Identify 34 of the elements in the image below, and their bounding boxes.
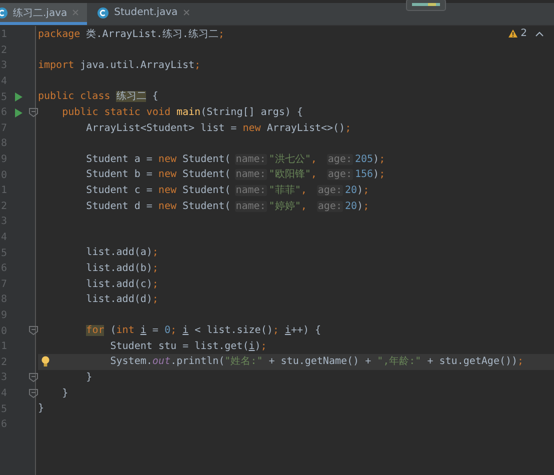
code-line: } [86, 371, 92, 386]
editor-tab[interactable]: Student.java [87, 3, 198, 25]
code-line: list.add(b); [86, 262, 158, 276]
code-line: Student a = new Student( name: "洪七公", age: 205); [86, 152, 386, 167]
code-line: System.out.println("姓名:" + stu.getName() + ",年龄:" + stu.getAge()); [110, 354, 524, 370]
run-icon[interactable] [14, 108, 23, 118]
code-line: import java.util.ArrayList; [38, 59, 201, 74]
fold-icon[interactable] [28, 326, 38, 336]
code-line: Student b = new Student( name: "欧阳锋", age: 156); [86, 168, 386, 182]
editor-tab[interactable]: 练习二.java [0, 3, 88, 25]
code-line: } [62, 386, 68, 401]
code-line: list.add(d); [86, 293, 158, 308]
code-line: Student c = new Student( name: "菲菲", age: 20); [86, 184, 370, 198]
code-line: public static void main(String[] args) { [62, 106, 303, 120]
code-line: list.add(c); [86, 278, 158, 292]
fold-icon[interactable] [28, 373, 38, 382]
warning-count: 2 [520, 28, 527, 39]
fold-icon[interactable] [28, 388, 38, 398]
code-line: list.add(a); [86, 246, 158, 260]
code-line: package 类.ArrayList.练习.练习二; [38, 28, 224, 42]
code-line: public class 练习二 { [38, 90, 158, 104]
warning-icon[interactable] [508, 29, 518, 38]
toolbar-indicator-icon[interactable] [406, 0, 446, 11]
close-icon[interactable] [182, 9, 190, 16]
lightbulb-icon[interactable] [40, 356, 50, 368]
code-line: Student d = new Student( name: "婷婷", age: 20); [86, 200, 370, 214]
code-line: for (int i = 0; i < list.size(); i++) { [86, 324, 322, 338]
run-icon[interactable] [14, 92, 23, 102]
code-line: ArrayList<Student> list = new ArrayList<>(); [86, 122, 352, 136]
code-line: } [38, 402, 44, 416]
chevron-up-icon[interactable] [535, 30, 544, 36]
class-icon [97, 6, 110, 18]
fold-icon[interactable] [28, 108, 38, 117]
code-line: Student stu = list.get(i); [110, 340, 267, 354]
